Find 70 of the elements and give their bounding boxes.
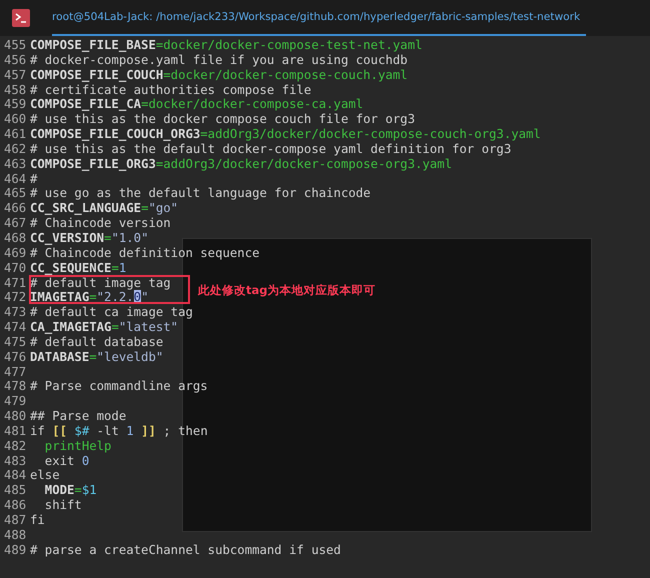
line-number: 455 <box>3 38 28 53</box>
code-line: COMPOSE_FILE_COUCH_ORG3=addOrg3/docker/docker-compose-couch-org3.yaml <box>30 127 541 142</box>
line-number: 475 <box>3 334 28 350</box>
code-line: # default image tag <box>30 276 171 290</box>
line-number: 469 <box>3 246 28 261</box>
line-number: 477 <box>3 364 28 380</box>
code-line: CC_VERSION="1.0" <box>30 230 148 246</box>
code-line: # <box>30 172 38 186</box>
terminal-icon <box>12 9 30 27</box>
code-line: # docker-compose.yaml file if you are using couchdb <box>30 52 408 68</box>
code-line: CC_SRC_LANGUAGE="go" <box>30 201 178 216</box>
line-number: 470 <box>3 260 28 276</box>
line-number: 461 <box>3 127 28 142</box>
code-line: shift <box>44 498 82 513</box>
line-number: 468 <box>3 230 28 246</box>
line-number: 479 <box>3 394 28 410</box>
line-number: 464 <box>3 172 28 186</box>
line-number: 481 <box>3 424 28 439</box>
line-number: 480 <box>3 409 28 424</box>
line-number: 467 <box>3 216 28 231</box>
line-number: 478 <box>3 379 28 394</box>
line-number: 476 <box>3 350 28 365</box>
line-number: 485 <box>3 483 28 498</box>
line-number: 482 <box>3 438 28 454</box>
code-line: DATABASE="leveldb" <box>30 350 164 365</box>
code-line: # certificate authorities compose file <box>30 82 312 98</box>
line-number: 488 <box>3 528 28 543</box>
window-title: root@504Lab-Jack: /home/jack233/Workspace/github.com/hyperledger/fabric-samples/test-network <box>52 0 586 36</box>
code-line: COMPOSE_FILE_BASE=docker/docker-compose-test-net.yaml <box>30 38 422 53</box>
code-line: if [[ $# -lt 1 ]] ; then <box>30 424 208 439</box>
code-line: COMPOSE_FILE_CA=docker/docker-compose-ca.yaml <box>30 97 364 112</box>
code-line: # use go as the default language for chaincode <box>30 186 371 202</box>
code-line: # use this as the docker compose couch file for org3 <box>30 112 415 128</box>
line-number: 462 <box>3 142 28 157</box>
line-number: 466 <box>3 201 28 216</box>
line-number: 483 <box>3 454 28 468</box>
line-number: 487 <box>3 513 28 528</box>
code-line: exit 0 <box>44 454 90 468</box>
line-number: 463 <box>3 156 28 172</box>
line-number: 489 <box>3 542 28 558</box>
code-line: # Chaincode version <box>30 216 171 231</box>
code-line: ## Parse mode <box>30 409 126 424</box>
line-number: 456 <box>3 52 28 68</box>
line-number: 471 <box>3 276 28 290</box>
code-line: IMAGETAG="2.2.0" <box>30 290 148 306</box>
line-number: 457 <box>3 68 28 83</box>
code-line: # default ca image tag <box>30 305 193 320</box>
line-number: 472 <box>3 290 28 306</box>
annotation-text: 此处修改tag为本地对应版本即可 <box>198 282 376 298</box>
code-line: else <box>30 468 60 484</box>
line-number: 459 <box>3 97 28 112</box>
code-line: CC_SEQUENCE=1 <box>30 260 126 276</box>
line-number: 458 <box>3 82 28 98</box>
code-line: COMPOSE_FILE_COUCH=docker/docker-compose-couch.yaml <box>30 68 408 83</box>
line-number: 460 <box>3 112 28 128</box>
code-line: fi <box>30 513 45 528</box>
code-line: # Parse commandline args <box>30 379 208 394</box>
line-number: 474 <box>3 320 28 335</box>
code-line: # use this as the default docker-compose yaml definition for org3 <box>30 142 512 157</box>
line-number: 486 <box>3 498 28 513</box>
line-number: 473 <box>3 305 28 320</box>
line-number: 465 <box>3 186 28 202</box>
code-line: # default database <box>30 334 164 350</box>
code-line: # parse a createChannel subcommand if used <box>30 542 341 558</box>
code-line: MODE=$1 <box>44 483 97 498</box>
code-line: # Chaincode definition sequence <box>30 246 260 261</box>
line-number: 484 <box>3 468 28 484</box>
code-line: CA_IMAGETAG="latest" <box>30 320 178 335</box>
code-line: printHelp <box>44 438 112 454</box>
code-line: COMPOSE_FILE_ORG3=addOrg3/docker/docker-compose-org3.yaml <box>30 156 452 172</box>
